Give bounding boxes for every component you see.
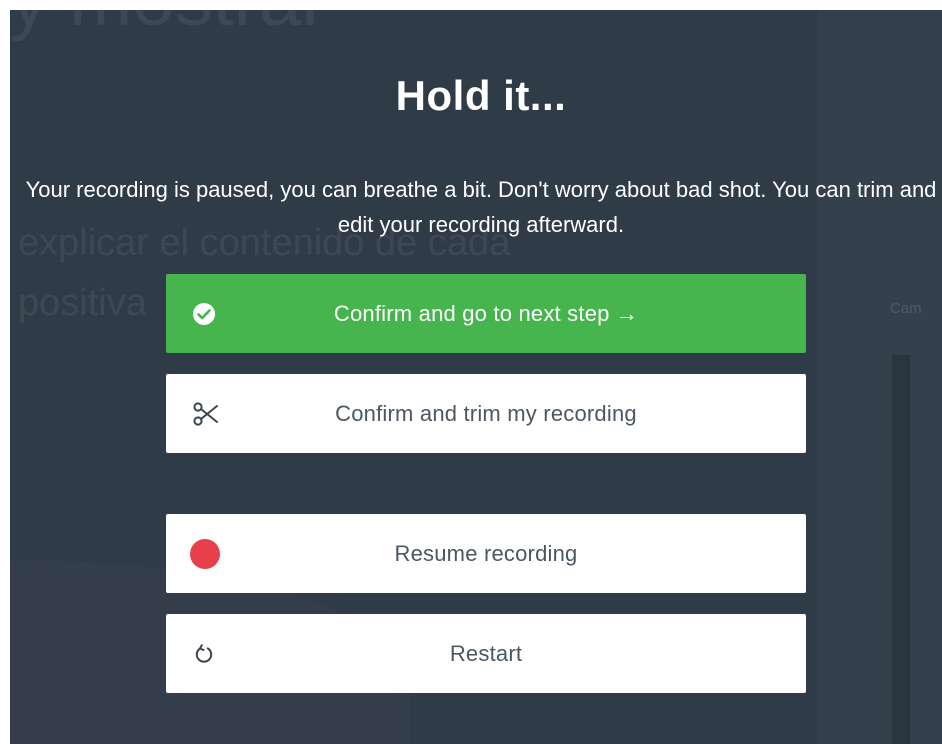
restart-icon <box>192 642 216 666</box>
background-heading: y mostrar <box>10 0 327 43</box>
confirm-next-step-label: Confirm and go to next step → <box>333 300 639 326</box>
confirm-trim-label: Confirm and trim my recording <box>335 400 637 426</box>
resume-recording-button[interactable]: Resume recording <box>166 514 806 593</box>
background-text-line-2: positiva <box>18 282 147 324</box>
restart-button[interactable]: Restart <box>166 614 806 693</box>
dimmed-side-panel <box>818 10 942 744</box>
modal-message: Your recording is paused, you can breath… <box>25 177 937 237</box>
restart-label: Restart <box>449 640 523 666</box>
background-side-label: Cam <box>890 300 922 317</box>
side-panel-bar <box>892 355 910 744</box>
confirm-trim-button[interactable]: Confirm and trim my recording <box>166 374 806 453</box>
scissors-icon <box>192 401 220 427</box>
confirm-next-step-button[interactable]: Confirm and go to next step → <box>166 274 806 353</box>
resume-recording-label: Resume recording <box>394 540 578 566</box>
check-circle-icon <box>192 302 216 326</box>
modal-title: Hold it... <box>395 72 567 119</box>
screen: y mostrar explicar el contenido de cada … <box>0 0 942 744</box>
record-dot-icon <box>190 538 220 569</box>
